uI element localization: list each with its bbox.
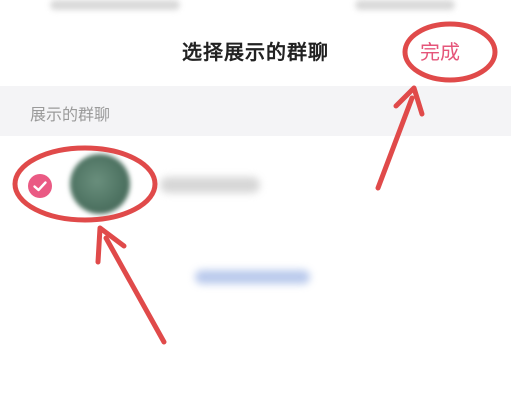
blurred-link[interactable] bbox=[195, 270, 310, 284]
group-row[interactable] bbox=[0, 144, 511, 224]
status-bar-right-blur bbox=[355, 0, 455, 10]
status-bar bbox=[0, 0, 511, 18]
group-list bbox=[0, 136, 511, 407]
selected-checkbox[interactable] bbox=[28, 174, 52, 198]
group-avatar bbox=[70, 154, 130, 214]
done-button[interactable]: 完成 bbox=[420, 36, 460, 65]
checkmark-icon bbox=[33, 181, 47, 192]
section-header: 展示的群聊 bbox=[0, 86, 511, 136]
screen: 选择展示的群聊 完成 展示的群聊 bbox=[0, 0, 511, 407]
status-bar-left-blur bbox=[50, 0, 180, 10]
section-label: 展示的群聊 bbox=[30, 105, 111, 124]
header: 选择展示的群聊 完成 bbox=[0, 18, 511, 84]
group-name-blurred bbox=[160, 177, 260, 193]
